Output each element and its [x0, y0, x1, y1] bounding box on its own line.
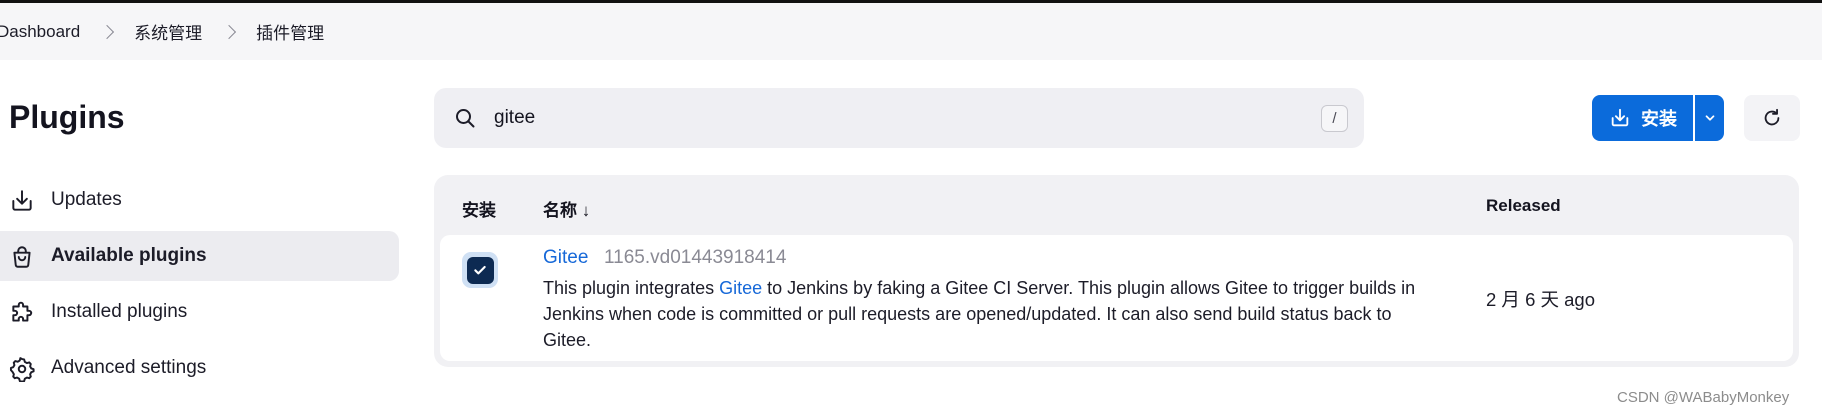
- breadcrumb-plugin-management[interactable]: 插件管理: [256, 19, 324, 44]
- sidebar-item-installed-plugins[interactable]: Installed plugins: [0, 287, 400, 337]
- plugins-table: 安装 名称 ↓ Released Gitee 1165.vd0144391841…: [434, 175, 1799, 367]
- column-header-name[interactable]: 名称 ↓: [543, 196, 590, 221]
- install-button[interactable]: 安装: [1592, 95, 1693, 141]
- shopping-bag-icon: [13, 246, 31, 268]
- refresh-icon: [1764, 108, 1780, 126]
- column-header-install: 安装: [462, 201, 496, 220]
- gear-icon: [9, 357, 35, 382]
- search-bar: /: [434, 88, 1364, 148]
- page-title: Plugins: [9, 99, 125, 135]
- install-checkbox[interactable]: [462, 252, 498, 288]
- install-options-button[interactable]: [1695, 95, 1724, 141]
- plugin-name-link[interactable]: Gitee: [543, 247, 588, 269]
- released-date: 2 月 6 天 ago: [1486, 289, 1596, 310]
- sidebar-item-updates[interactable]: Updates: [0, 175, 400, 225]
- chevron-right-icon: [222, 24, 237, 39]
- sidebar: Updates Available plugins Installed plug…: [0, 175, 400, 399]
- refresh-button[interactable]: [1744, 95, 1800, 141]
- watermark: CSDN @WABabyMonkey: [1617, 389, 1790, 406]
- plugin-version: 1165.vd01443918414: [604, 247, 787, 268]
- breadcrumb: Dashboard 系统管理 插件管理: [0, 3, 1822, 60]
- plugin-description-text: This plugin integrates: [543, 278, 720, 298]
- breadcrumb-dashboard[interactable]: Dashboard: [0, 22, 80, 42]
- keyboard-shortcut-hint: /: [1321, 105, 1348, 132]
- column-header-released[interactable]: Released: [1486, 196, 1561, 216]
- checkmark-icon: [474, 265, 486, 275]
- sidebar-item-label: Available plugins: [51, 245, 207, 266]
- search-input[interactable]: [494, 102, 1274, 134]
- puzzle-icon: [12, 301, 33, 322]
- sidebar-item-advanced-settings[interactable]: Advanced settings: [0, 343, 400, 393]
- download-icon: [1611, 108, 1629, 127]
- install-button-label: 安装: [1641, 109, 1677, 129]
- search-icon: [456, 109, 475, 128]
- sidebar-item-label: Installed plugins: [51, 301, 188, 322]
- breadcrumb-system-management[interactable]: 系统管理: [134, 19, 202, 44]
- chevron-down-icon: [1705, 115, 1714, 121]
- download-icon: [12, 190, 32, 211]
- table-row: Gitee 1165.vd01443918414 This plugin int…: [440, 235, 1793, 361]
- sidebar-item-available-plugins[interactable]: Available plugins: [0, 231, 399, 281]
- sidebar-item-label: Updates: [51, 189, 122, 210]
- chevron-right-icon: [100, 24, 115, 39]
- plugin-description: This plugin integrates Gitee to Jenkins …: [543, 275, 1443, 353]
- plugin-description-link[interactable]: Gitee: [719, 278, 762, 298]
- sidebar-item-label: Advanced settings: [51, 357, 207, 378]
- checkbox-checked: [466, 256, 494, 284]
